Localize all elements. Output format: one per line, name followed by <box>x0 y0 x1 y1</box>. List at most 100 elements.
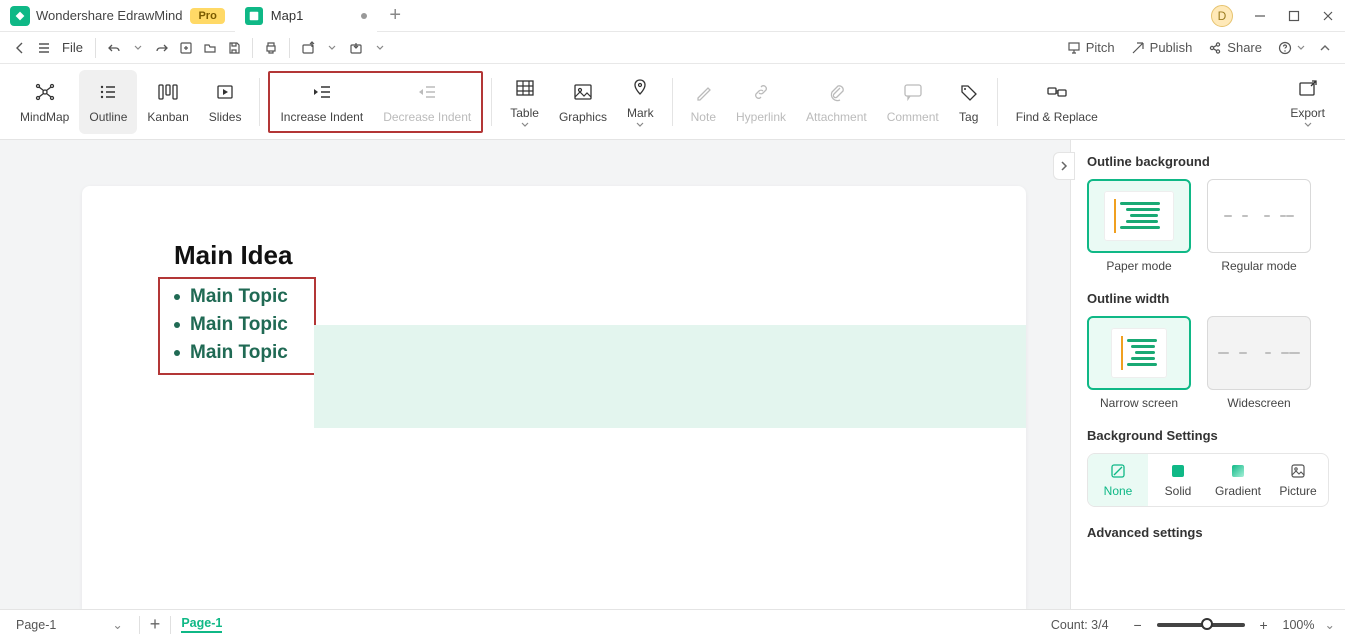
zoom-out-button[interactable]: − <box>1129 616 1147 634</box>
pitch-label: Pitch <box>1086 40 1115 55</box>
export-label: Export <box>1290 106 1325 120</box>
page-selector[interactable]: Page-1 ⌄ <box>10 617 129 632</box>
outline-background-title: Outline background <box>1087 154 1329 169</box>
import-button[interactable] <box>344 36 368 60</box>
zoom-value[interactable]: 100% <box>1283 618 1315 632</box>
zoom-in-button[interactable]: + <box>1255 616 1273 634</box>
outline-topic[interactable]: Main Topic <box>160 339 314 367</box>
menu-button[interactable] <box>32 36 56 60</box>
outline-topic[interactable]: Main Topic <box>160 283 314 311</box>
help-button[interactable] <box>1278 41 1305 55</box>
export-button[interactable]: Export <box>1280 70 1335 134</box>
link-icon <box>751 80 771 104</box>
publish-button[interactable]: Publish <box>1131 40 1193 55</box>
count-label: Count: 3/4 <box>1051 618 1109 632</box>
slides-view-button[interactable]: Slides <box>199 70 252 134</box>
indent-group-highlight: Increase Indent Decrease Indent <box>268 71 483 133</box>
user-avatar[interactable]: D <box>1211 5 1233 27</box>
bullet-icon <box>174 350 180 356</box>
undo-button[interactable] <box>102 36 126 60</box>
zoom-slider[interactable] <box>1157 623 1245 627</box>
chevron-down-icon[interactable] <box>320 36 344 60</box>
find-replace-button[interactable]: Find & Replace <box>1006 70 1108 134</box>
outline-view-button[interactable]: Outline <box>79 70 137 134</box>
image-icon <box>573 80 593 104</box>
bg-gradient-option[interactable]: Gradient <box>1208 454 1268 506</box>
slides-label: Slides <box>209 110 242 124</box>
mindmap-view-button[interactable]: MindMap <box>10 70 79 134</box>
minimize-button[interactable] <box>1247 3 1273 29</box>
close-button[interactable] <box>1315 3 1341 29</box>
chevron-down-icon[interactable]: ⌄ <box>1325 617 1335 632</box>
chevron-down-icon[interactable] <box>126 36 150 60</box>
topic-label: Main Topic <box>190 286 288 308</box>
document-tab-name: Map1 <box>271 8 304 23</box>
share-button[interactable]: Share <box>1208 40 1262 55</box>
active-page-tab[interactable]: Page-1 <box>181 616 222 633</box>
attachment-button[interactable]: Attachment <box>796 70 877 134</box>
document-tab[interactable]: Map1 <box>235 0 378 32</box>
table-icon <box>515 76 535 100</box>
back-button[interactable] <box>8 36 32 60</box>
comment-button[interactable]: Comment <box>877 70 949 134</box>
send-icon <box>1131 41 1145 55</box>
document-icon <box>245 7 263 25</box>
outline-paper: Main Idea Main Topic Main Topic Main Top… <box>82 186 1026 609</box>
presentation-icon <box>1067 41 1081 55</box>
redo-button[interactable] <box>150 36 174 60</box>
save-button[interactable] <box>222 36 246 60</box>
slides-icon <box>215 80 235 104</box>
table-button[interactable]: Table <box>500 70 549 134</box>
share-label: Share <box>1227 40 1262 55</box>
add-page-button[interactable]: + <box>150 614 161 635</box>
canvas[interactable]: Main Idea Main Topic Main Topic Main Top… <box>0 140 1070 609</box>
graphics-button[interactable]: Graphics <box>549 70 617 134</box>
note-label: Note <box>691 110 716 124</box>
file-menu[interactable]: File <box>62 40 83 55</box>
collapse-ribbon-button[interactable] <box>1313 36 1337 60</box>
widescreen-option[interactable]: Widescreen <box>1207 316 1311 410</box>
kanban-view-button[interactable]: Kanban <box>137 70 198 134</box>
regular-mode-option[interactable]: Regular mode <box>1207 179 1311 273</box>
graphics-label: Graphics <box>559 110 607 124</box>
mark-button[interactable]: Mark <box>617 70 664 134</box>
decrease-indent-icon <box>417 80 437 104</box>
bg-picture-option[interactable]: Picture <box>1268 454 1328 506</box>
topics-highlight-box: Main Topic Main Topic Main Topic <box>158 277 316 375</box>
print-button[interactable] <box>259 36 283 60</box>
outline-width-title: Outline width <box>1087 291 1329 306</box>
tag-button[interactable]: Tag <box>949 70 989 134</box>
table-label: Table <box>510 106 539 120</box>
widescreen-thumb <box>1207 316 1311 390</box>
hyperlink-button[interactable]: Hyperlink <box>726 70 796 134</box>
export-icon <box>1298 76 1318 100</box>
bg-solid-option[interactable]: Solid <box>1148 454 1208 506</box>
increase-indent-label: Increase Indent <box>280 110 363 124</box>
pitch-button[interactable]: Pitch <box>1067 40 1115 55</box>
note-icon <box>694 80 712 104</box>
export-share-button[interactable] <box>296 36 320 60</box>
bg-none-option[interactable]: None <box>1088 454 1148 506</box>
outline-topic[interactable]: Main Topic <box>160 311 314 339</box>
find-replace-label: Find & Replace <box>1016 110 1098 124</box>
advanced-settings-title[interactable]: Advanced settings <box>1087 525 1329 540</box>
pro-badge: Pro <box>190 8 224 24</box>
increase-indent-button[interactable]: Increase Indent <box>270 73 373 131</box>
decrease-indent-button[interactable]: Decrease Indent <box>373 73 481 131</box>
maximize-button[interactable] <box>1281 3 1307 29</box>
main-idea-title[interactable]: Main Idea <box>174 240 1026 271</box>
unsaved-dot-icon <box>361 13 367 19</box>
narrow-screen-option[interactable]: Narrow screen <box>1087 316 1191 410</box>
mark-label: Mark <box>627 106 654 120</box>
paper-mode-thumb <box>1087 179 1191 253</box>
zoom-slider-thumb[interactable] <box>1201 618 1213 630</box>
note-button[interactable]: Note <box>681 70 726 134</box>
collapse-panel-button[interactable] <box>1053 152 1075 180</box>
open-button[interactable] <box>198 36 222 60</box>
chevron-down-icon[interactable] <box>368 36 392 60</box>
solid-icon <box>1170 462 1186 480</box>
new-file-button[interactable] <box>174 36 198 60</box>
paper-mode-option[interactable]: Paper mode <box>1087 179 1191 273</box>
ribbon-toolbar: MindMap Outline Kanban Slides Increase I… <box>0 64 1345 140</box>
add-tab-button[interactable]: + <box>389 4 401 27</box>
